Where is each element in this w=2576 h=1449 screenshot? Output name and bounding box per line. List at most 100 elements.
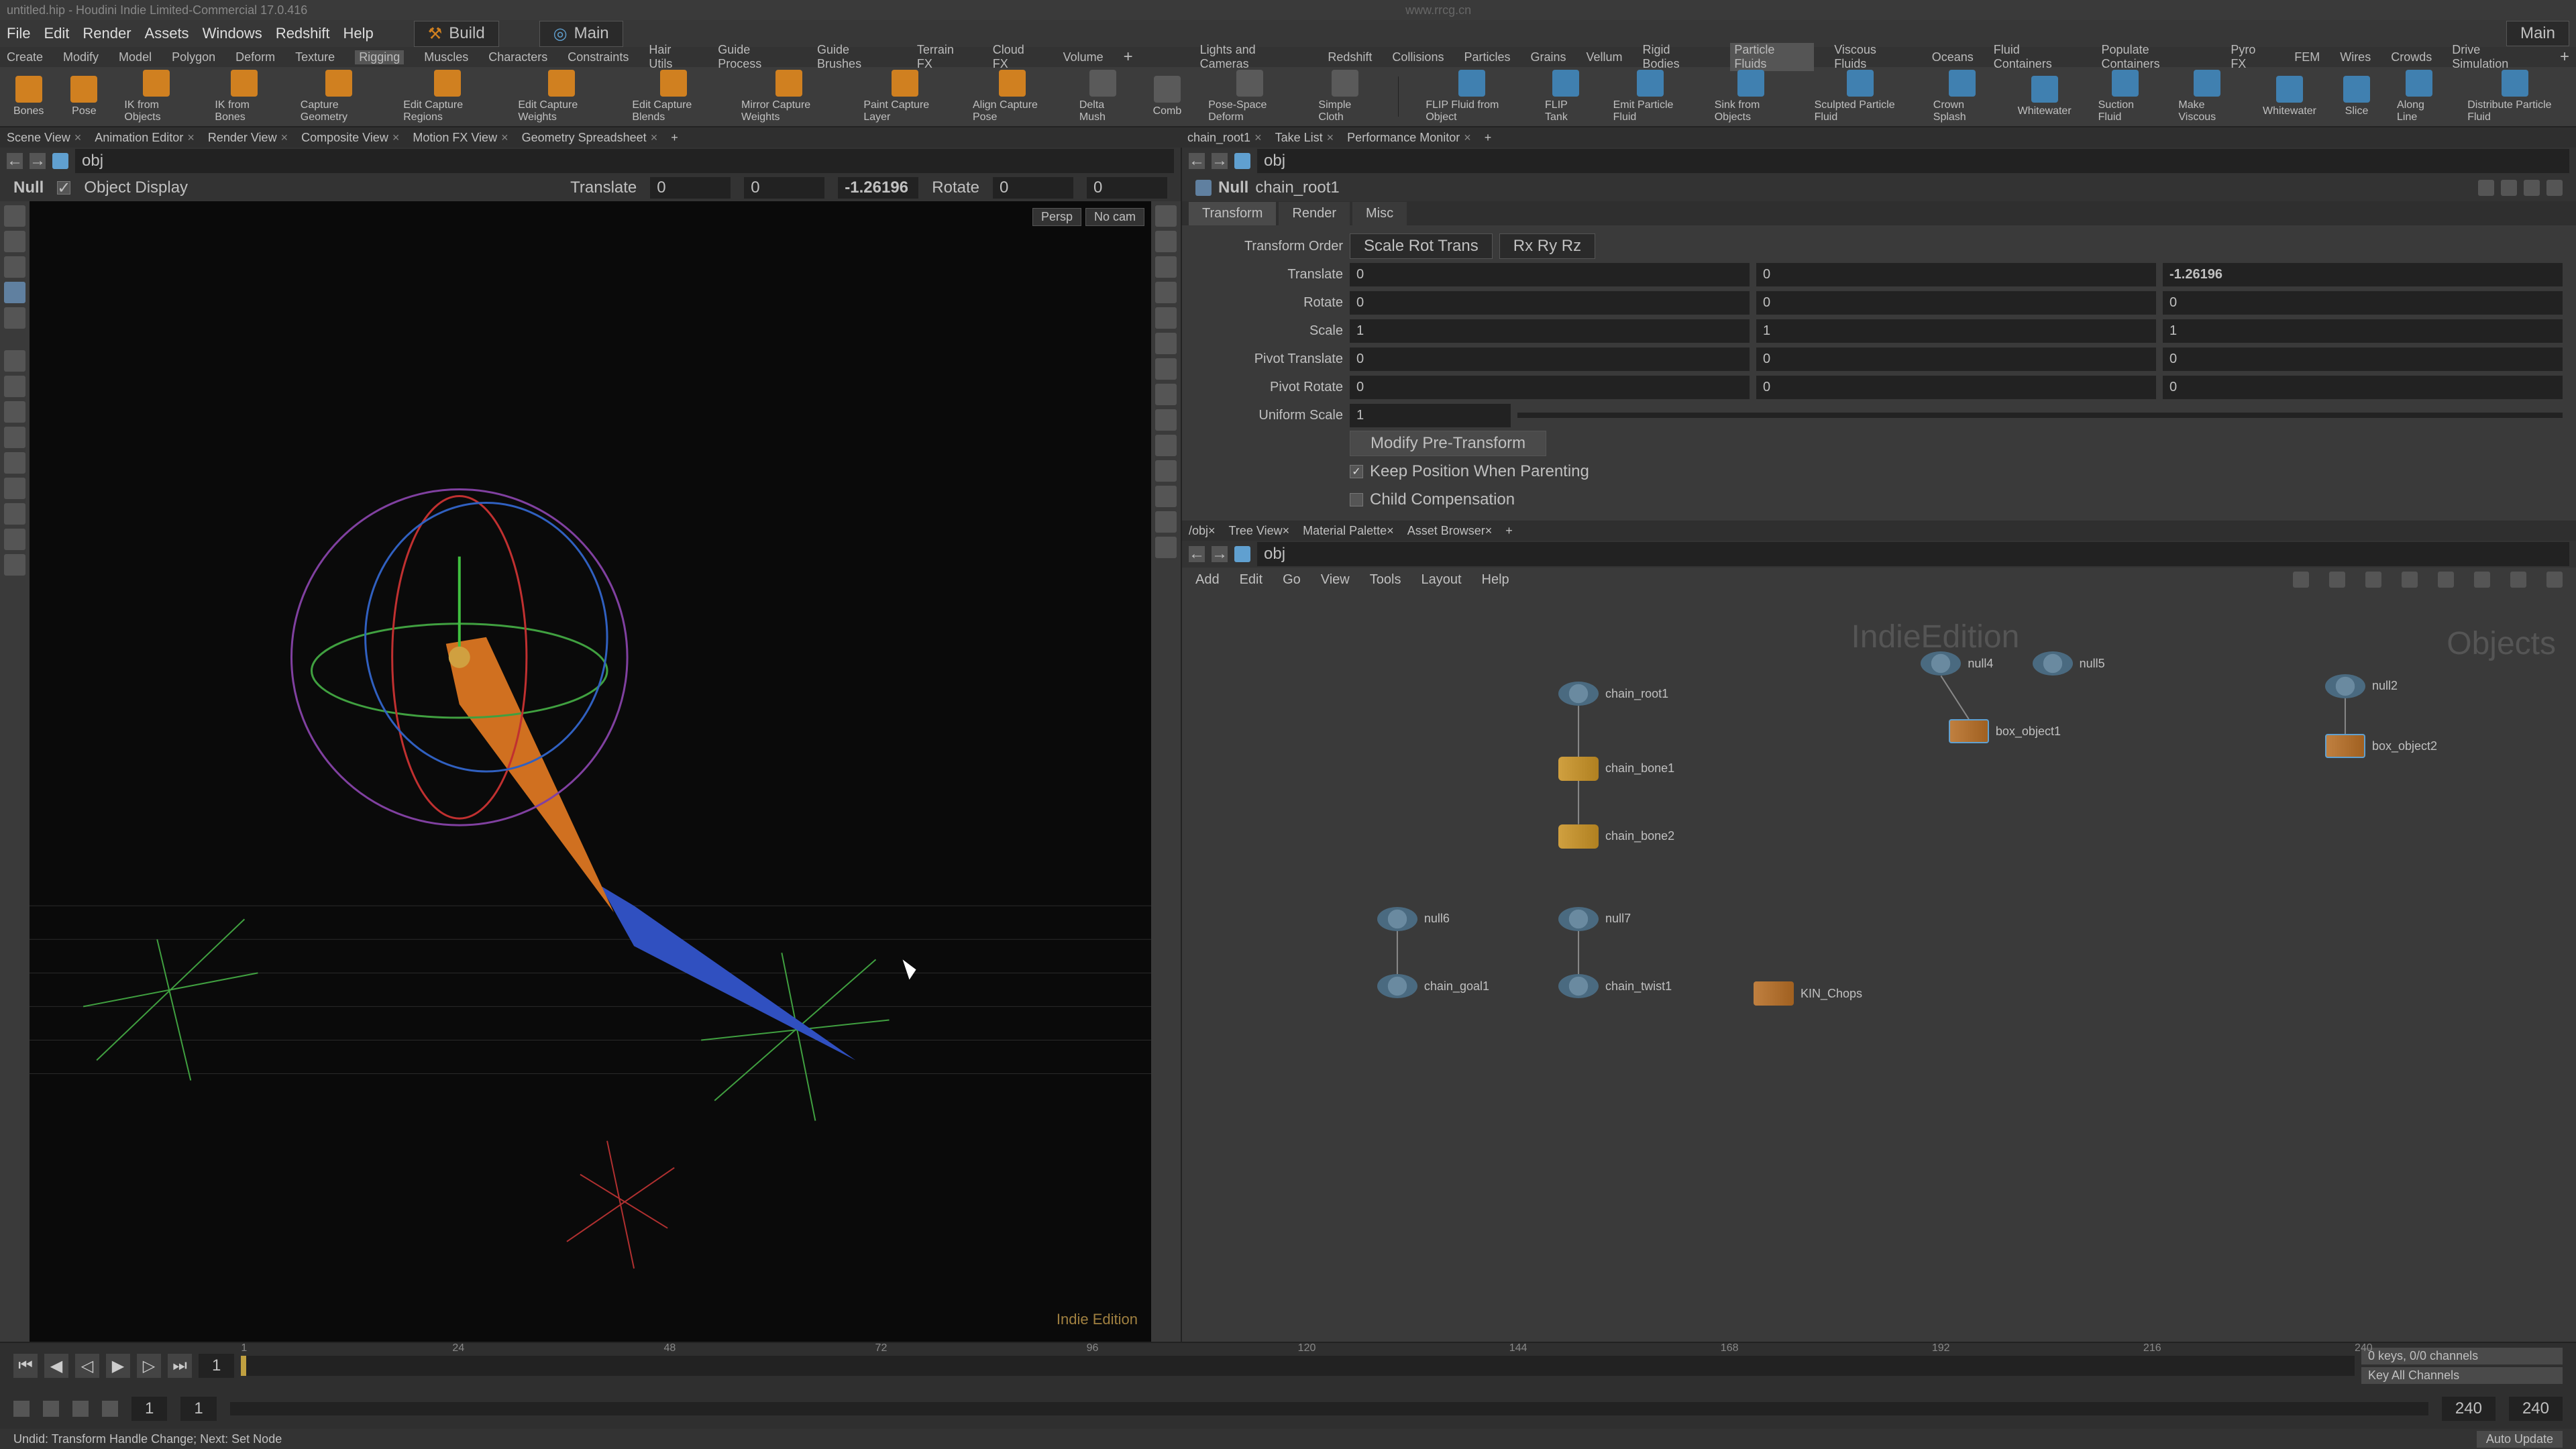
network-node-box_object1[interactable]: box_object1 (1949, 719, 2061, 743)
tool-editcapw[interactable]: Edit Capture Weights (518, 70, 605, 123)
camera-tool-icon[interactable] (4, 529, 25, 550)
disp-prim-icon[interactable] (1155, 409, 1177, 431)
move-tool-icon[interactable] (4, 231, 25, 252)
network-view[interactable]: IndieEdition Objects null4null5null2chai… (1182, 592, 2576, 1342)
shelf-tab[interactable]: Constraints (568, 50, 629, 64)
network-node-null2[interactable]: null2 (2325, 674, 2398, 698)
shelf-tab2[interactable]: Wires (2340, 50, 2371, 64)
net-tool-icon[interactable] (2546, 572, 2563, 588)
network-node-chain_bone2[interactable]: chain_bone2 (1558, 824, 1674, 849)
shelf-tab[interactable]: Guide Process (718, 43, 797, 71)
net-tool-icon[interactable] (2438, 572, 2454, 588)
back-arrow-icon[interactable]: ← (7, 153, 23, 169)
modify-pre-button[interactable]: Modify Pre-Transform (1350, 431, 1546, 456)
network-node-chain_twist1[interactable]: chain_twist1 (1558, 974, 1672, 998)
net-tool-icon[interactable] (2510, 572, 2526, 588)
shelf-tab[interactable]: Volume (1063, 50, 1104, 64)
pane-tab-compview[interactable]: Composite View× (301, 131, 399, 145)
lasso-tool-icon[interactable] (4, 350, 25, 372)
menu-redshift[interactable]: Redshift (276, 25, 330, 42)
shelf-tab2[interactable]: FEM (2294, 50, 2320, 64)
obj-icon[interactable] (52, 153, 68, 169)
pane-tab-geospread[interactable]: Geometry Spreadsheet× (522, 131, 658, 145)
network-node-KIN_Chops[interactable]: KIN_Chops (1754, 981, 1862, 1006)
pane-tab-renderview[interactable]: Render View× (208, 131, 288, 145)
disp-shaded-icon[interactable] (1155, 231, 1177, 252)
pane-tab-motionfx[interactable]: Motion FX View× (413, 131, 508, 145)
rz-field[interactable]: 0 (2163, 291, 2563, 315)
shelf-tab2-active[interactable]: Particle Fluids (1730, 43, 1814, 71)
net-edit[interactable]: Edit (1240, 572, 1263, 588)
pane-tab-sceneview[interactable]: Scene View× (7, 131, 81, 145)
range-track[interactable] (230, 1402, 2428, 1415)
network-node-null4[interactable]: null4 (1921, 651, 1993, 676)
play-rev-button[interactable]: ◁ (75, 1354, 99, 1378)
tool-slice[interactable]: Slice (2343, 76, 2370, 117)
brush-tool-icon[interactable] (4, 376, 25, 397)
net-help[interactable]: Help (1482, 572, 1509, 588)
tool-deltamush[interactable]: Delta Mush (1079, 70, 1126, 123)
net-tool-icon[interactable] (2329, 572, 2345, 588)
close-icon[interactable]: × (1283, 524, 1290, 537)
keys-info-button[interactable]: 0 keys, 0/0 channels (2361, 1348, 2563, 1364)
tool-dist[interactable]: Distribute Particle Fluid (2467, 70, 2563, 123)
shelf-tab[interactable]: Terrain FX (917, 43, 973, 71)
close-icon[interactable]: × (1327, 131, 1334, 145)
param-tab-misc[interactable]: Misc (1352, 202, 1407, 225)
disp-ghost-icon[interactable] (1155, 282, 1177, 303)
next-frame-button[interactable]: ▷ (137, 1354, 161, 1378)
obj-icon[interactable] (1234, 546, 1250, 562)
tool-capgeo[interactable]: Capture Geometry (301, 70, 376, 123)
translate-x-field[interactable]: 0 (650, 177, 731, 199)
tool-cloth[interactable]: Simple Cloth (1318, 70, 1371, 123)
net-go[interactable]: Go (1283, 572, 1301, 588)
disp-normals-icon[interactable] (1155, 358, 1177, 380)
menu-assets[interactable]: Assets (145, 25, 189, 42)
sx-field[interactable]: 1 (1350, 319, 1750, 343)
rotate-y-field[interactable]: 0 (1087, 177, 1167, 199)
pane-tab-takelist[interactable]: Take List× (1275, 131, 1334, 145)
desktop-main-dropdown[interactable]: ◎Main (539, 21, 623, 47)
audio-icon[interactable] (43, 1401, 59, 1417)
close-icon[interactable]: × (1464, 131, 1471, 145)
tool-crown[interactable]: Crown Splash (1933, 70, 1991, 123)
network-node-chain_bone1[interactable]: chain_bone1 (1558, 757, 1674, 781)
ptx-field[interactable]: 0 (1350, 347, 1750, 371)
net-view[interactable]: View (1321, 572, 1350, 588)
shelf-tab2[interactable]: Populate Containers (2102, 43, 2211, 71)
forward-arrow-icon[interactable]: → (1212, 153, 1228, 169)
net-tool-icon[interactable] (2402, 572, 2418, 588)
shelf-tab[interactable]: Cloud FX (993, 43, 1043, 71)
tool-emitpf[interactable]: Emit Particle Fluid (1613, 70, 1688, 123)
pty-field[interactable]: 0 (1756, 347, 2156, 371)
net-tool-icon[interactable] (2365, 572, 2381, 588)
inspect-tool-icon[interactable] (4, 478, 25, 499)
arrow-icon[interactable] (72, 1401, 89, 1417)
shelf-tab[interactable]: Texture (295, 50, 335, 64)
tool-fliptank[interactable]: FLIP Tank (1545, 70, 1587, 123)
shelf-tab2[interactable]: Particles (1464, 50, 1510, 64)
shelf-tab2[interactable]: Pyro FX (2231, 43, 2274, 71)
shelf-tab2[interactable]: Viscous Fluids (1834, 43, 1911, 71)
net-tab-tree[interactable]: Tree View× (1229, 524, 1290, 538)
tool-viscous[interactable]: Make Viscous (2178, 70, 2236, 123)
network-node-chain_goal1[interactable]: chain_goal1 (1377, 974, 1489, 998)
pin-icon[interactable] (2501, 180, 2517, 196)
ty-field[interactable]: 0 (1756, 263, 2156, 286)
tz-field[interactable]: -1.26196 (2163, 263, 2563, 286)
range-start2[interactable]: 1 (180, 1397, 216, 1421)
tool-ikobj[interactable]: IK from Objects (124, 70, 188, 123)
tool-editcapr[interactable]: Edit Capture Regions (403, 70, 491, 123)
persp-button[interactable]: Persp (1032, 208, 1081, 226)
disp-smooth-icon[interactable] (1155, 256, 1177, 278)
shelf-tab2[interactable]: Grains (1530, 50, 1566, 64)
net-layout[interactable]: Layout (1421, 572, 1461, 588)
tool-pose[interactable]: Pose (70, 76, 97, 117)
prx-field[interactable]: 0 (1350, 376, 1750, 399)
net-tool-icon[interactable] (2293, 572, 2309, 588)
ry-field[interactable]: 0 (1756, 291, 2156, 315)
shelf-tab2[interactable]: Vellum (1587, 50, 1623, 64)
shelf-tab[interactable]: Hair Utils (649, 43, 698, 71)
tool-posedeform[interactable]: Pose-Space Deform (1208, 70, 1291, 123)
menu-windows[interactable]: Windows (203, 25, 262, 42)
